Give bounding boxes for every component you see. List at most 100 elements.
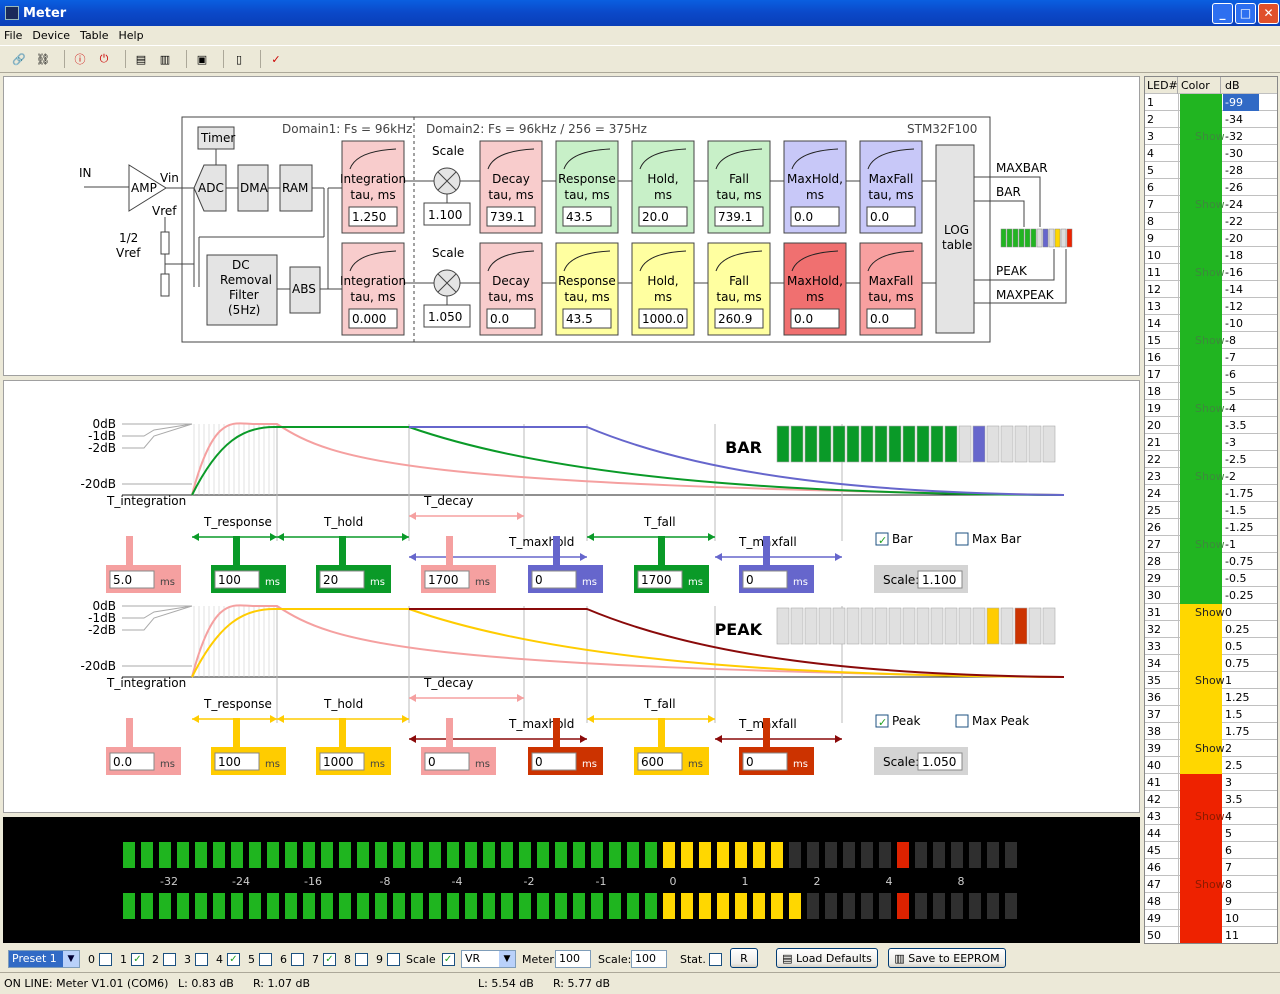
fall-value[interactable]: 260.9 <box>718 312 752 326</box>
led-table-row[interactable]: 50 11 <box>1145 927 1277 943</box>
timing-value[interactable]: 1700 <box>428 573 459 587</box>
timing-value[interactable]: 20 <box>323 573 338 587</box>
maxfall-value[interactable]: 0.0 <box>870 210 889 224</box>
decay-value[interactable]: 739.1 <box>490 210 524 224</box>
scale-value[interactable]: 1.100 <box>428 208 462 222</box>
mode-select[interactable]: VR ▼ <box>461 950 516 968</box>
scale2-input[interactable]: 100 <box>631 950 667 968</box>
menu-help[interactable]: Help <box>119 29 144 42</box>
write-device-icon[interactable]: ▥ <box>156 50 174 68</box>
menu-table[interactable]: Table <box>80 29 108 42</box>
led-table-row[interactable]: 20 -3.5 <box>1145 417 1277 434</box>
maxhold-value[interactable]: 0.0 <box>794 312 813 326</box>
timing-value[interactable]: 5.0 <box>113 573 132 587</box>
menu-device[interactable]: Device <box>32 29 70 42</box>
response-value[interactable]: 43.5 <box>566 210 593 224</box>
timing-value[interactable]: 0 <box>535 573 543 587</box>
maxfall-value[interactable]: 0.0 <box>870 312 889 326</box>
led-table-row[interactable]: 15 Show -8 <box>1145 332 1277 349</box>
led-table-row[interactable]: 7 Show -24 <box>1145 196 1277 213</box>
led-table-row[interactable]: 4 -30 <box>1145 145 1277 162</box>
led-table-row[interactable]: 30 -0.25 <box>1145 587 1277 604</box>
connect-icon[interactable]: 🔗 <box>10 50 28 68</box>
timing-value[interactable]: 100 <box>218 573 241 587</box>
power-off-icon[interactable]: ⏻ <box>95 50 113 68</box>
decay-value[interactable]: 0.0 <box>490 312 509 326</box>
preset-select[interactable]: Preset 1 ▼ <box>8 950 80 968</box>
integration-value[interactable]: 1.250 <box>352 210 386 224</box>
scale-value[interactable]: 1.050 <box>428 310 462 324</box>
stat-checkbox[interactable] <box>709 952 723 966</box>
power-icon[interactable]: ⓘ <box>71 50 89 68</box>
timing-value[interactable]: 0 <box>746 573 754 587</box>
preset-checkbox[interactable] <box>355 952 368 966</box>
led-table-row[interactable]: 28 -0.75 <box>1145 553 1277 570</box>
led-table-row[interactable]: 39 Show 2 <box>1145 740 1277 757</box>
led-table-row[interactable]: 29 -0.5 <box>1145 570 1277 587</box>
led-table-row[interactable]: 40 2.5 <box>1145 757 1277 774</box>
led-table-row[interactable]: 37 1.5 <box>1145 706 1277 723</box>
led-table-row[interactable]: 11 Show -16 <box>1145 264 1277 281</box>
response-value[interactable]: 43.5 <box>566 312 593 326</box>
led-table-row[interactable]: 45 6 <box>1145 842 1277 859</box>
timing-value[interactable]: 100 <box>218 755 241 769</box>
led-table-row[interactable]: 6 -26 <box>1145 179 1277 196</box>
checklist-icon[interactable]: ✓ <box>267 50 285 68</box>
scale-checkbox[interactable]: ✓ <box>441 952 455 966</box>
scale-input[interactable]: 1.100 <box>922 573 956 587</box>
document-icon[interactable]: ▯ <box>230 50 248 68</box>
load-defaults-button[interactable]: ▤ Load Defaults <box>776 948 878 968</box>
hold-value[interactable]: 1000.0 <box>642 312 684 326</box>
led-table-row[interactable]: 23 Show -2 <box>1145 468 1277 485</box>
preset-checkbox[interactable] <box>291 952 304 966</box>
preset-checkbox[interactable] <box>163 952 176 966</box>
led-table-row[interactable]: 27 Show -1 <box>1145 536 1277 553</box>
led-table-row[interactable]: 12 -14 <box>1145 281 1277 298</box>
r-button[interactable]: R <box>730 948 758 968</box>
led-table-row[interactable]: 49 10 <box>1145 910 1277 927</box>
led-table-row[interactable]: 42 3.5 <box>1145 791 1277 808</box>
preset-checkbox[interactable]: ✓ <box>227 952 240 966</box>
led-table-row[interactable]: 25 -1.5 <box>1145 502 1277 519</box>
led-table-row[interactable]: 5 -28 <box>1145 162 1277 179</box>
led-table-row[interactable]: 36 1.25 <box>1145 689 1277 706</box>
led-table-row[interactable]: 38 1.75 <box>1145 723 1277 740</box>
timing-value[interactable]: 1000 <box>323 755 354 769</box>
led-table-row[interactable]: 31 Show 0 <box>1145 604 1277 621</box>
led-table-row[interactable]: 48 9 <box>1145 893 1277 910</box>
fall-value[interactable]: 739.1 <box>718 210 752 224</box>
preset-checkbox[interactable]: ✓ <box>323 952 336 966</box>
led-table-row[interactable]: 22 -2.5 <box>1145 451 1277 468</box>
scale-input[interactable]: 1.050 <box>922 755 956 769</box>
timing-value[interactable]: 0.0 <box>113 755 132 769</box>
maxhold-value[interactable]: 0.0 <box>794 210 813 224</box>
led-table-row[interactable]: 17 -6 <box>1145 366 1277 383</box>
led-table-row[interactable]: 47 Show 8 <box>1145 876 1277 893</box>
preset-checkbox[interactable]: ✓ <box>131 952 144 966</box>
preset-checkbox[interactable] <box>387 952 400 966</box>
led-table-row[interactable]: 32 0.25 <box>1145 621 1277 638</box>
timing-value[interactable]: 0 <box>535 755 543 769</box>
timing-value[interactable]: 600 <box>641 755 664 769</box>
menu-file[interactable]: File <box>4 29 22 42</box>
timing-value[interactable]: 0 <box>428 755 436 769</box>
led-table-row[interactable]: 44 5 <box>1145 825 1277 842</box>
led-table-row[interactable]: 13 -12 <box>1145 298 1277 315</box>
led-table-row[interactable]: 18 -5 <box>1145 383 1277 400</box>
timing-value[interactable]: 0 <box>746 755 754 769</box>
minimize-button[interactable]: _ <box>1212 3 1233 24</box>
led-table-row[interactable]: 9 -20 <box>1145 230 1277 247</box>
led-table-row[interactable]: 24 -1.75 <box>1145 485 1277 502</box>
check-2-checkbox[interactable] <box>955 532 969 546</box>
led-table-row[interactable]: 8 -22 <box>1145 213 1277 230</box>
led-table-row[interactable]: 1 -99 <box>1145 94 1277 111</box>
read-device-icon[interactable]: ▤ <box>132 50 150 68</box>
preset-checkbox[interactable] <box>99 952 112 966</box>
disconnect-icon[interactable]: ⛓ <box>34 50 52 68</box>
led-table-row[interactable]: 19 Show -4 <box>1145 400 1277 417</box>
maximize-button[interactable]: □ <box>1235 3 1256 24</box>
led-table-row[interactable]: 21 -3 <box>1145 434 1277 451</box>
led-table-row[interactable]: 16 -7 <box>1145 349 1277 366</box>
led-table-row[interactable]: 41 3 <box>1145 774 1277 791</box>
save-icon[interactable]: ▣ <box>193 50 211 68</box>
